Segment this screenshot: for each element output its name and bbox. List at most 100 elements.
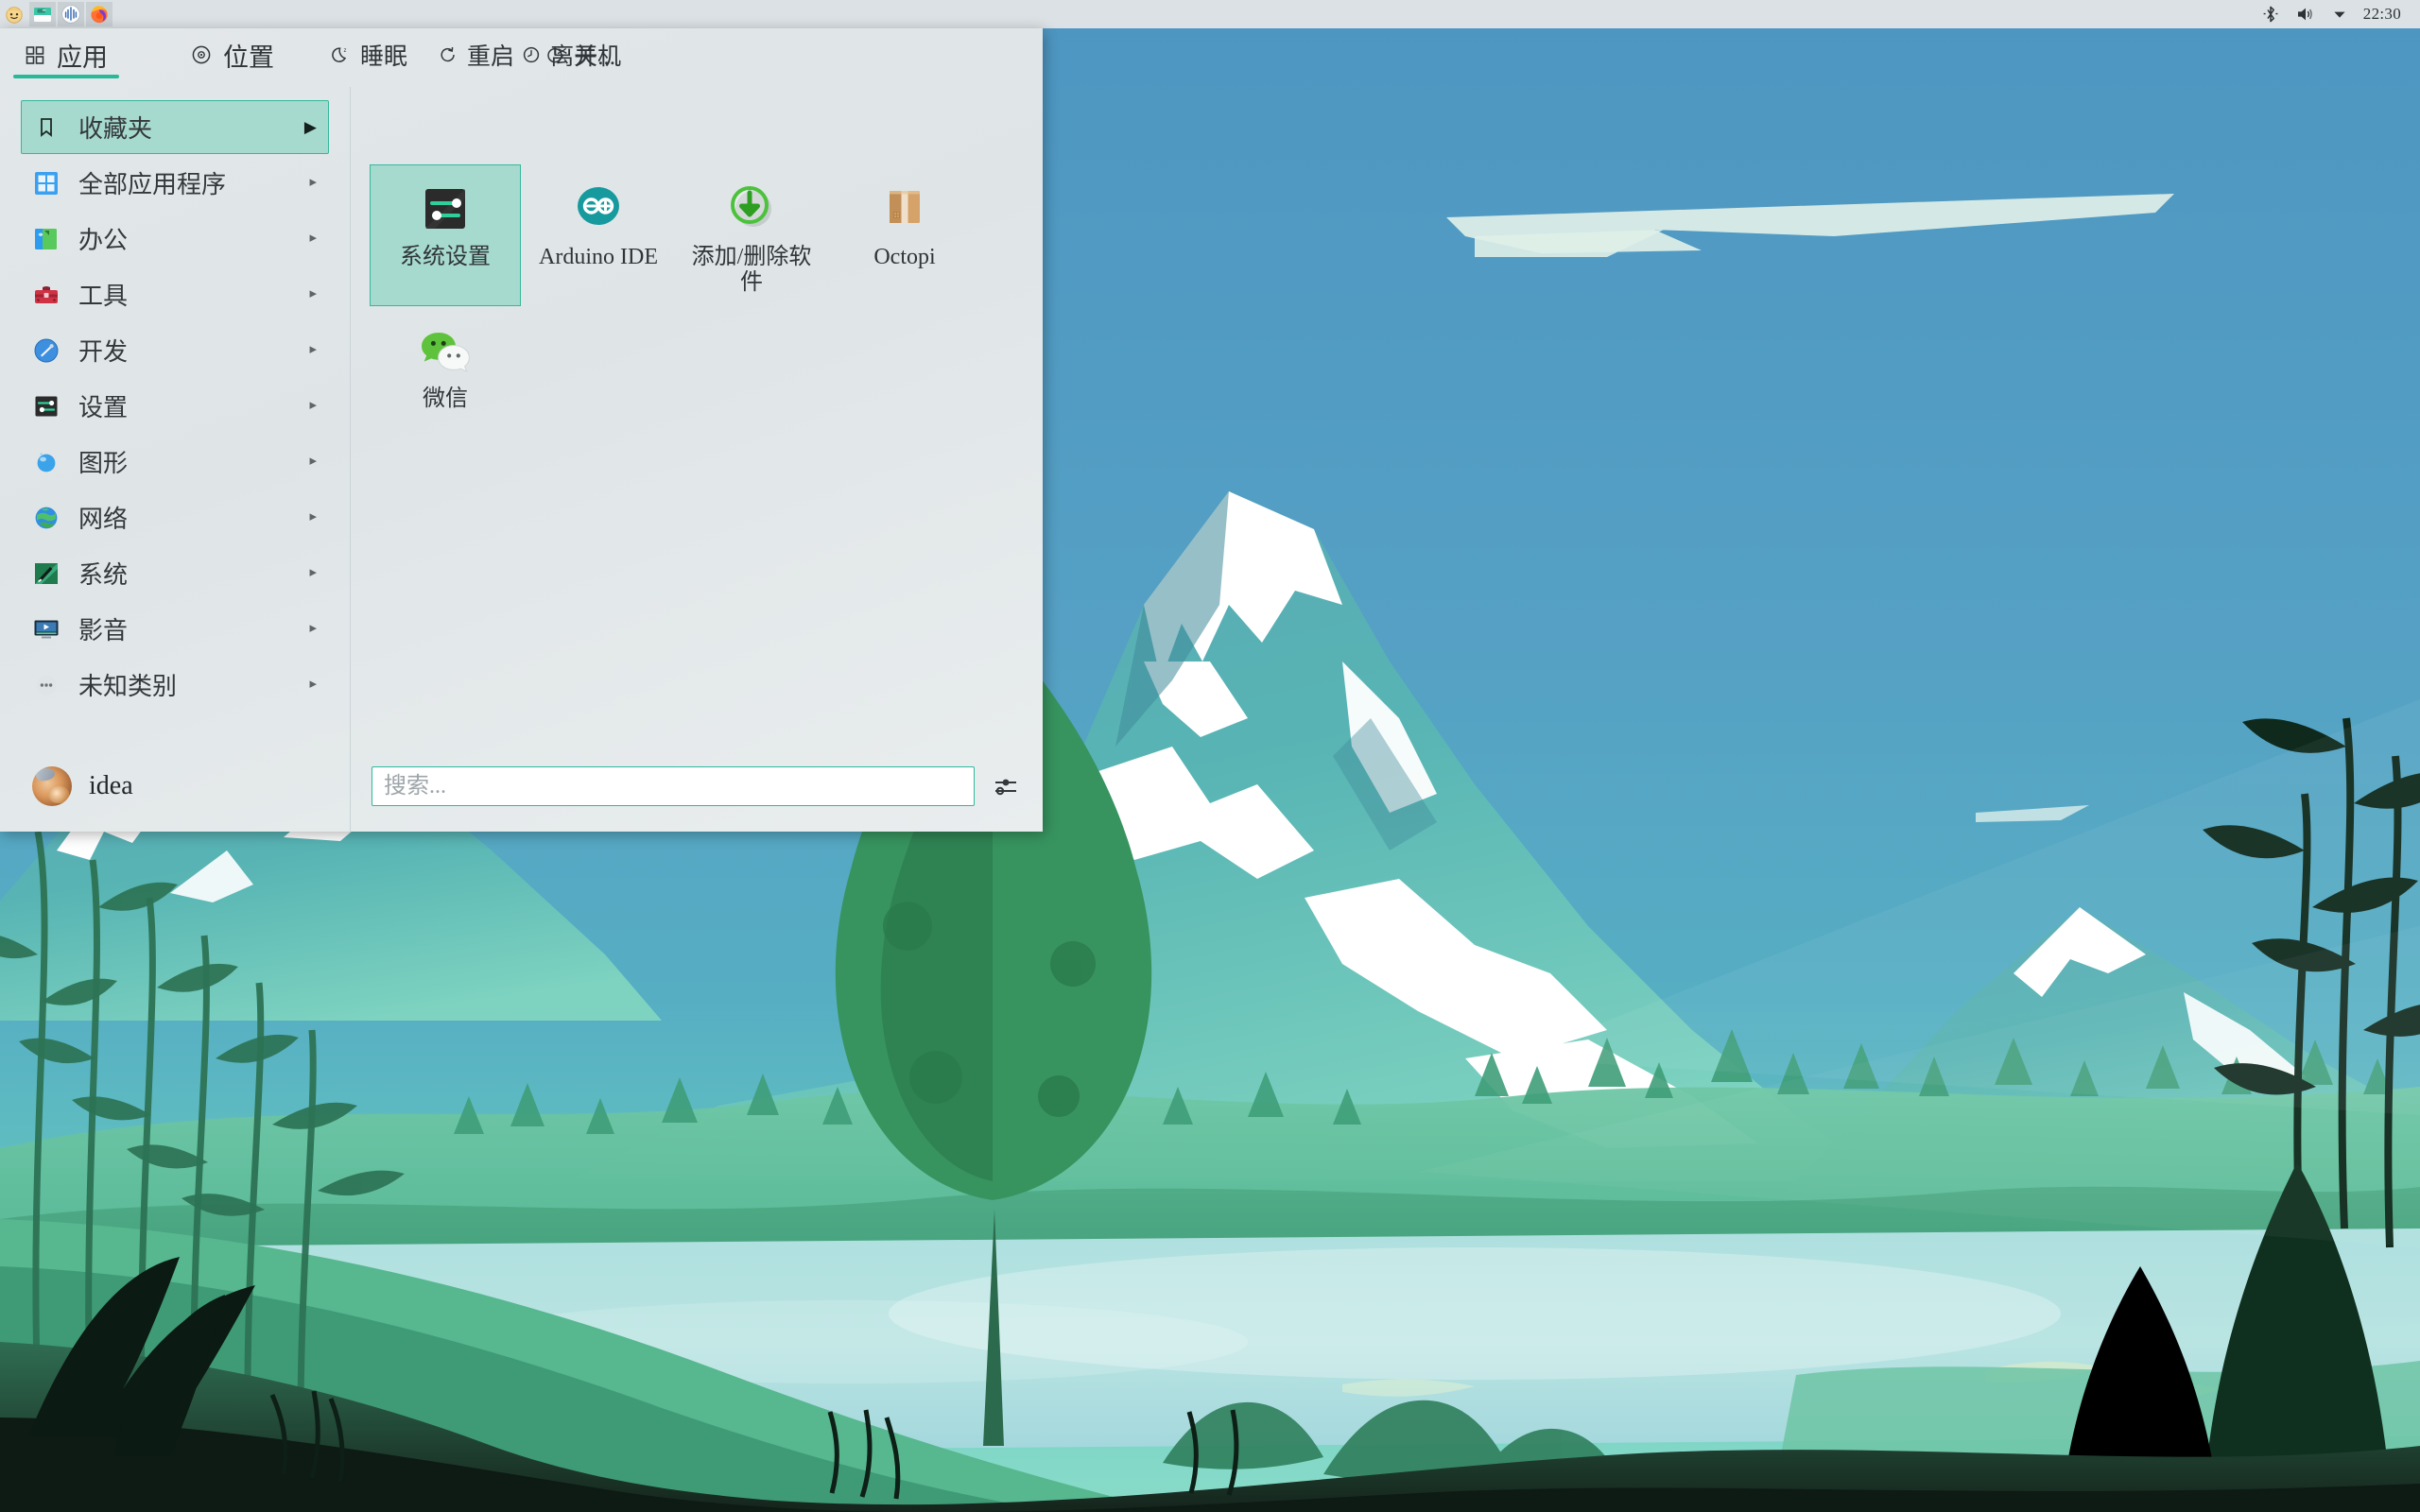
tab-active-underline <box>13 75 119 78</box>
category-list: 收藏夹 ▶ 全部应用程序 ▸ 办公 ▸ 工具 ▸ 开发 ▸ 设置 ▸ 图形 ▸ … <box>0 93 350 712</box>
application-grid: 系统设置 Arduino IDE 添加/删除软件 Octopi 微信 <box>351 87 1043 741</box>
sidebar-item-tools-label: 工具 <box>78 283 129 310</box>
chevron-right-icon: ▶ <box>303 118 317 136</box>
chevron-right-icon: ▸ <box>309 175 317 190</box>
chevron-right-icon: ▸ <box>309 342 317 357</box>
suspend-button[interactable]: z 睡眠 <box>320 34 419 76</box>
top-panel: 22:30 <box>0 0 2420 28</box>
chevron-right-icon: ▸ <box>309 398 317 413</box>
chevron-down-icon[interactable] <box>2325 0 2354 28</box>
grid-icon <box>25 44 45 65</box>
toolbox-icon <box>31 280 61 310</box>
category-sidebar: 收藏夹 ▶ 全部应用程序 ▸ 办公 ▸ 工具 ▸ 开发 ▸ 设置 ▸ 图形 ▸ … <box>0 87 351 832</box>
system-tray: 22:30 <box>2256 0 2420 28</box>
app-tile-system-settings[interactable]: 系统设置 <box>370 164 521 306</box>
sidebar-item-development-label: 开发 <box>78 338 129 366</box>
compass-icon <box>191 44 212 65</box>
sidebar-item-office-label: 办公 <box>78 227 129 254</box>
sidebar-item-all-applications[interactable]: 全部应用程序 ▸ <box>21 156 329 210</box>
search-row <box>351 741 1043 832</box>
sidebar-item-system[interactable]: 系统 ▸ <box>21 546 329 600</box>
app-tile-wechat-label: 微信 <box>423 387 468 411</box>
sliders-icon[interactable] <box>990 770 1022 802</box>
clock-icon <box>521 44 542 65</box>
app-tile-arduino-ide-label: Arduino IDE <box>539 245 658 269</box>
restart-label: 重启 <box>467 44 515 70</box>
application-menu: 应用 位置 z 睡眠 重启 关机 离开... 收藏夹 ▶ 全部应用程序 ▸ 办公… <box>0 28 1043 832</box>
tab-applications[interactable]: 应用 <box>0 28 132 81</box>
graphics-icon <box>31 447 61 477</box>
app-tile-octopi[interactable]: Octopi <box>829 164 980 306</box>
sidebar-item-unknown-category[interactable]: 未知类别 ▸ <box>21 658 329 712</box>
chevron-right-icon: ▸ <box>309 565 317 580</box>
sidebar-item-office[interactable]: 办公 ▸ <box>21 212 329 266</box>
leave-label: 离开... <box>550 44 615 70</box>
sidebar-item-multimedia[interactable]: 影音 ▸ <box>21 602 329 656</box>
app-blue-icon[interactable] <box>58 2 84 26</box>
add-remove-software-icon <box>722 180 781 239</box>
chevron-right-icon: ▸ <box>309 677 317 692</box>
bluetooth-icon[interactable] <box>2256 0 2286 28</box>
app-tile-add-remove-software[interactable]: 添加/删除软件 <box>676 164 827 306</box>
all-apps-icon <box>31 168 61 198</box>
clock[interactable]: 22:30 <box>2358 0 2407 28</box>
system-settings-icon <box>416 180 475 239</box>
menu-header: 应用 位置 z 睡眠 重启 关机 离开... <box>0 28 1043 87</box>
application-pane: 系统设置 Arduino IDE 添加/删除软件 Octopi 微信 搜索... <box>351 87 1043 832</box>
sidebar-item-network-label: 网络 <box>78 506 129 533</box>
system-icon <box>31 558 61 589</box>
unknown-category-icon <box>31 670 61 700</box>
search-input[interactable] <box>372 766 975 806</box>
firefox-icon[interactable] <box>86 2 112 26</box>
panel-spacer <box>113 0 2256 28</box>
sidebar-item-development[interactable]: 开发 ▸ <box>21 323 329 377</box>
tab-applications-label: 应用 <box>57 43 108 72</box>
sidebar-item-network[interactable]: 网络 ▸ <box>21 490 329 544</box>
sidebar-item-all-applications-label: 全部应用程序 <box>78 171 227 198</box>
chevron-right-icon: ▸ <box>309 286 317 301</box>
app-tile-arduino-ide[interactable]: Arduino IDE <box>523 164 674 306</box>
svg-text:z: z <box>344 48 347 54</box>
network-icon <box>31 503 61 533</box>
sidebar-item-graphics[interactable]: 图形 ▸ <box>21 435 329 489</box>
user-face-icon[interactable] <box>1 2 27 26</box>
wechat-icon <box>416 322 475 381</box>
chevron-right-icon: ▸ <box>309 231 317 246</box>
suspend-label: 睡眠 <box>360 44 408 70</box>
tab-places[interactable]: 位置 <box>166 28 299 81</box>
bookmark-icon <box>31 112 61 143</box>
avatar[interactable] <box>32 766 72 806</box>
sidebar-item-graphics-label: 图形 <box>78 450 129 477</box>
sidebar-item-favorites[interactable]: 收藏夹 ▶ <box>21 100 329 154</box>
office-icon <box>31 224 61 254</box>
user-name-label: idea <box>89 771 133 800</box>
development-icon <box>31 335 61 366</box>
menu-body: 收藏夹 ▶ 全部应用程序 ▸ 办公 ▸ 工具 ▸ 开发 ▸ 设置 ▸ 图形 ▸ … <box>0 87 1043 832</box>
app-tile-add-remove-software-label: 添加/删除软件 <box>691 245 812 295</box>
volume-icon[interactable] <box>2290 0 2322 28</box>
panel-launchers <box>0 0 113 28</box>
multimedia-icon <box>31 614 61 644</box>
user-footer[interactable]: idea <box>0 741 350 832</box>
chevron-right-icon: ▸ <box>309 454 317 469</box>
sidebar-item-settings[interactable]: 设置 ▸ <box>21 379 329 433</box>
chevron-right-icon: ▸ <box>309 621 317 636</box>
leave-button[interactable]: 离开... <box>510 34 627 76</box>
sidebar-item-favorites-label: 收藏夹 <box>78 115 153 143</box>
sidebar-item-tools[interactable]: 工具 ▸ <box>21 267 329 321</box>
sidebar-item-system-label: 系统 <box>78 561 129 589</box>
restart-icon <box>438 44 458 65</box>
moon-icon: z <box>331 44 352 65</box>
app-tile-octopi-label: Octopi <box>873 245 936 269</box>
settings-icon <box>31 391 61 421</box>
file-manager-icon[interactable] <box>29 2 56 26</box>
tab-places-label: 位置 <box>223 43 274 72</box>
sidebar-item-unknown-category-label: 未知类别 <box>78 673 178 700</box>
chevron-right-icon: ▸ <box>309 509 317 524</box>
app-tile-wechat[interactable]: 微信 <box>370 306 521 448</box>
sidebar-item-multimedia-label: 影音 <box>78 617 129 644</box>
clock-label: 22:30 <box>2362 5 2401 23</box>
sidebar-item-settings-label: 设置 <box>78 394 129 421</box>
octopi-package-icon <box>875 180 934 239</box>
menu-tabs: 应用 位置 <box>0 28 299 81</box>
